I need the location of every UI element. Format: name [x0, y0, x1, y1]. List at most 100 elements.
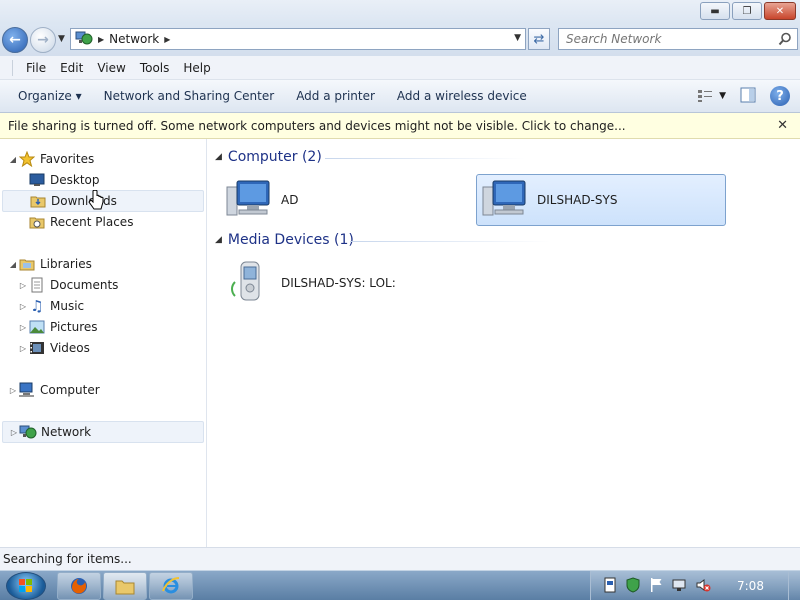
back-button[interactable]: ← — [2, 27, 28, 53]
menu-help[interactable]: Help — [176, 61, 217, 75]
network-computer-dilshad-sys[interactable]: DILSHAD-SYS — [476, 174, 726, 226]
collapse-triangle-icon[interactable]: ▷ — [18, 281, 28, 290]
show-desktop-button[interactable] — [788, 571, 800, 600]
collapse-triangle-icon[interactable]: ▷ — [18, 323, 28, 332]
refresh-icon: ⇄ — [533, 31, 545, 47]
action-center-flag-icon[interactable] — [649, 577, 663, 596]
expand-triangle-icon[interactable]: ◢ — [8, 155, 18, 164]
nav-desktop[interactable]: Desktop — [28, 169, 234, 191]
forward-button[interactable]: → — [30, 27, 56, 53]
nav-computer[interactable]: ▷ Computer — [8, 379, 214, 401]
music-icon: ♫ — [30, 297, 44, 315]
refresh-button[interactable]: ⇄ — [528, 28, 550, 50]
security-shield-icon[interactable] — [625, 576, 641, 596]
preview-pane-icon — [740, 87, 756, 102]
nav-favorites[interactable]: ◢ Favorites — [8, 148, 214, 170]
menu-bar: File Edit View Tools Help — [0, 56, 800, 80]
nav-music[interactable]: ▷ ♫ Music — [18, 295, 224, 317]
nav-documents-label: Documents — [50, 278, 119, 292]
collapse-triangle-icon[interactable]: ▷ — [9, 428, 19, 437]
organize-button[interactable]: Organize ▾ — [10, 89, 90, 103]
media-device-name: DILSHAD-SYS: LOL: — [281, 276, 396, 290]
close-icon[interactable]: ✕ — [777, 118, 788, 133]
window-controls: ▬ ❐ ✕ — [700, 2, 796, 20]
collapse-triangle-icon[interactable]: ▷ — [8, 386, 18, 395]
breadcrumb-separator-icon[interactable]: ▶ — [98, 35, 104, 44]
system-tray: 7:08 — [590, 571, 800, 600]
search-box[interactable] — [558, 28, 798, 50]
mouse-cursor-icon — [88, 189, 104, 215]
windows-logo-icon — [19, 579, 32, 592]
group-header-computer[interactable]: ◢ Computer (2) — [215, 149, 525, 165]
info-bar[interactable]: File sharing is turned off. Some network… — [0, 113, 800, 139]
menu-tools[interactable]: Tools — [133, 61, 177, 75]
menu-file[interactable]: File — [19, 61, 53, 75]
change-view-button[interactable]: ▼ — [697, 89, 726, 103]
expand-triangle-icon[interactable]: ◢ — [8, 260, 18, 269]
help-icon[interactable]: ? — [770, 86, 790, 106]
close-button[interactable]: ✕ — [764, 2, 796, 20]
status-bar: Searching for items... — [0, 547, 800, 570]
network-sharing-center-button[interactable]: Network and Sharing Center — [96, 89, 283, 103]
media-device-icon — [225, 258, 273, 309]
clock[interactable]: 7:08 — [737, 579, 764, 593]
folder-icon — [115, 580, 135, 595]
collapse-triangle-icon[interactable]: ▷ — [18, 302, 28, 311]
taskbar-firefox[interactable] — [57, 572, 101, 600]
media-device-dilshad-sys[interactable]: DILSHAD-SYS: LOL: — [221, 257, 481, 309]
recent-pages-dropdown[interactable]: ▼ — [58, 34, 65, 44]
add-wireless-device-button[interactable]: Add a wireless device — [389, 89, 535, 103]
collapse-triangle-icon[interactable]: ▷ — [18, 344, 28, 353]
collapse-group-icon[interactable]: ◢ — [215, 235, 222, 245]
search-input[interactable] — [566, 32, 766, 46]
star-icon — [18, 151, 36, 167]
start-button[interactable] — [6, 572, 46, 600]
nav-desktop-label: Desktop — [50, 173, 100, 187]
computer-icon — [481, 177, 529, 224]
add-printer-button[interactable]: Add a printer — [288, 89, 383, 103]
maximize-button[interactable]: ❐ — [732, 2, 762, 20]
nav-music-label: Music — [50, 299, 85, 313]
nav-videos[interactable]: ▷ Videos — [18, 337, 224, 359]
menu-view[interactable]: View — [90, 61, 132, 75]
breadcrumb-network[interactable]: Network — [109, 32, 159, 46]
group-computer-label: Computer (2) — [227, 149, 322, 165]
taskbar-explorer[interactable] — [103, 572, 147, 600]
group-header-media[interactable]: ◢ Media Devices (1) — [215, 232, 550, 248]
forward-arrow-icon: → — [37, 32, 49, 48]
network-tray-icon[interactable] — [671, 577, 687, 596]
computer-icon — [18, 382, 36, 398]
collapse-group-icon[interactable]: ◢ — [215, 152, 222, 162]
search-icon[interactable] — [778, 32, 792, 49]
volume-muted-icon[interactable] — [695, 577, 711, 596]
menu-edit[interactable]: Edit — [53, 61, 90, 75]
pictures-icon — [28, 319, 46, 335]
back-arrow-icon: ← — [9, 32, 21, 48]
group-divider — [325, 158, 525, 159]
view-options-icon — [698, 90, 713, 102]
nav-network[interactable]: ▷ Network — [2, 421, 204, 443]
address-row: ← → ▼ ▶ Network ▶ ▼ ⇄ — [0, 24, 800, 56]
address-bar[interactable]: ▶ Network ▶ ▼ — [70, 28, 526, 50]
minimize-button[interactable]: ▬ — [700, 2, 730, 20]
view-dropdown-icon[interactable]: ▼ — [719, 91, 726, 101]
internet-explorer-icon — [162, 577, 180, 594]
nav-libraries[interactable]: ◢ Libraries — [8, 253, 214, 275]
breadcrumb-chevron-icon[interactable]: ▶ — [164, 35, 170, 44]
preview-pane-button[interactable] — [740, 87, 756, 106]
document-tray-icon[interactable] — [603, 577, 617, 596]
firefox-icon — [71, 578, 87, 594]
nav-recent-places-label: Recent Places — [50, 215, 134, 229]
status-text: Searching for items... — [3, 552, 132, 566]
nav-recent-places[interactable]: Recent Places — [28, 211, 234, 233]
taskbar-internet-explorer[interactable] — [149, 572, 193, 600]
address-dropdown-icon[interactable]: ▼ — [514, 33, 521, 43]
network-computer-ad[interactable]: AD — [221, 174, 461, 226]
nav-videos-label: Videos — [50, 341, 90, 355]
network-icon — [75, 30, 93, 49]
nav-computer-label: Computer — [40, 383, 100, 397]
nav-documents[interactable]: ▷ Documents — [18, 274, 224, 296]
info-bar-message[interactable]: File sharing is turned off. Some network… — [8, 119, 626, 133]
command-bar-right: ▼ ? — [697, 86, 790, 106]
nav-pictures[interactable]: ▷ Pictures — [18, 316, 224, 338]
